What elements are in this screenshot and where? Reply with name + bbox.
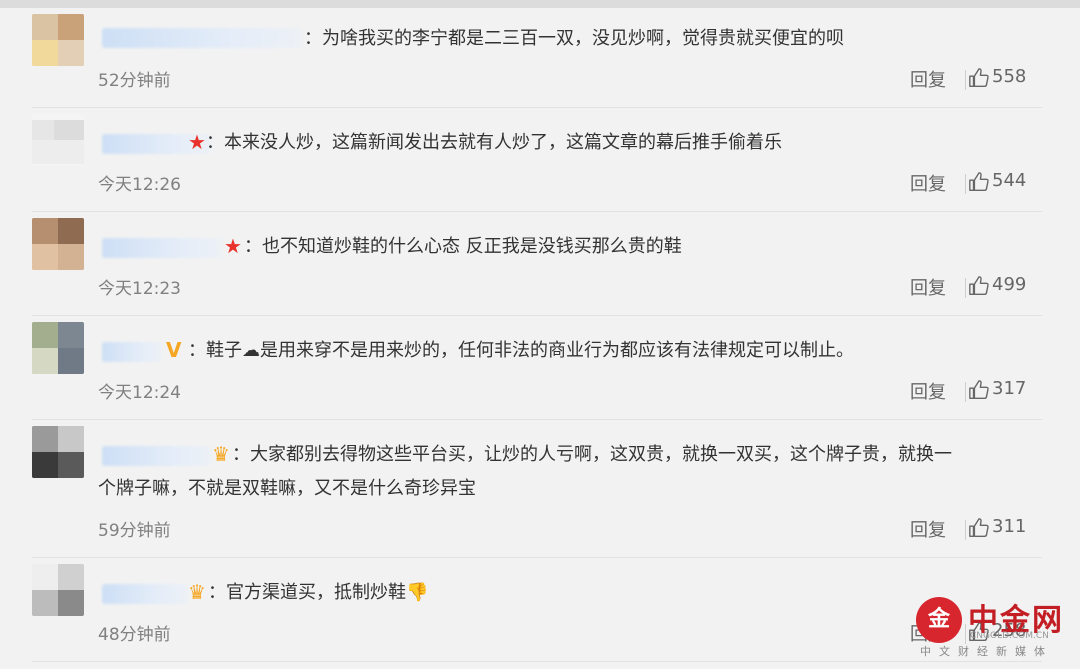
reply-button[interactable]: 回复: [902, 516, 946, 542]
comment-text-line2: 个牌子嘛，不就是双鞋嘛，又不是什么奇珍异宝: [98, 478, 476, 499]
reply-button[interactable]: 回复: [902, 66, 946, 92]
comment-text: ：本来没人炒，这篇新闻发出去就有人炒了，这篇文章的幕后推手偷着乐: [206, 132, 782, 153]
comment-item: ★ ：也不知道炒鞋的什么心态 反正我是没钱买那么贵的鞋 今天12:23 回复 4…: [32, 212, 1042, 316]
reply-button[interactable]: 回复: [902, 274, 946, 300]
avatar[interactable]: [32, 564, 84, 616]
like-count: 558: [992, 66, 1027, 87]
comment-time: 52分钟前: [98, 71, 171, 91]
comment-text: ：大家都别去得物这些平台买，让炒的人亏啊，这双贵，就换一双买，这个牌子贵，就换一: [232, 444, 952, 465]
divider: [965, 70, 966, 90]
comment-item: V ：鞋子☁是用来穿不是用来炒的，任何非法的商业行为都应该有法律规定可以制止。 …: [32, 316, 1042, 420]
comment-actions: 回复 544: [842, 170, 1042, 196]
username[interactable]: [102, 342, 162, 362]
comment-text: ：鞋子☁是用来穿不是用来炒的，任何非法的商业行为都应该有法律规定可以制止。: [188, 340, 854, 361]
logo-url: CNGOLD.COM.CN: [970, 631, 1049, 641]
thumbs-up-icon[interactable]: [968, 171, 990, 193]
like-count: 311: [992, 516, 1027, 537]
top-bar: [0, 0, 1080, 8]
comment-time: 今天12:24: [98, 383, 181, 403]
username[interactable]: [102, 446, 212, 466]
comment-actions: 回复 558: [842, 66, 1042, 92]
reply-button[interactable]: 回复: [902, 170, 946, 196]
thumbs-up-icon[interactable]: [968, 517, 990, 539]
logo-mark: 金: [916, 597, 962, 643]
thumbs-up-icon[interactable]: [968, 275, 990, 297]
avatar[interactable]: [32, 114, 84, 166]
comment-item: ♛ ：官方渠道买，抵制炒鞋👎 48分钟前 回复 258: [32, 558, 1042, 662]
divider: [965, 278, 966, 298]
comment-item: ♛ ：大家都别去得物这些平台买，让炒的人亏啊，这双贵，就换一双买，这个牌子贵，就…: [32, 420, 1042, 558]
badge-icon: ★: [224, 234, 242, 258]
divider: [965, 174, 966, 194]
avatar[interactable]: [32, 218, 84, 270]
badge-icon: ★: [188, 130, 206, 154]
divider: [965, 520, 966, 540]
crown-icon: ♛: [188, 580, 206, 604]
avatar[interactable]: [32, 14, 84, 66]
username[interactable]: [102, 584, 188, 604]
reply-button[interactable]: 回复: [902, 378, 946, 404]
like-count: 544: [992, 170, 1027, 191]
comment-actions: 回复 499: [842, 274, 1042, 300]
like-count: 317: [992, 378, 1027, 399]
logo-subtitle: 中文财经新媒体: [920, 645, 1053, 658]
comment-time: 今天12:26: [98, 175, 181, 195]
comment-time: 今天12:23: [98, 279, 181, 299]
comment-time: 59分钟前: [98, 521, 171, 541]
thumbs-up-icon[interactable]: [968, 67, 990, 89]
comment-item: ：为啥我买的李宁都是二三百一双，没见炒啊，觉得贵就买便宜的呗 52分钟前 回复 …: [32, 8, 1042, 108]
comment-item: ★ ：本来没人炒，这篇新闻发出去就有人炒了，这篇文章的幕后推手偷着乐 今天12:…: [32, 108, 1042, 212]
comment-time: 48分钟前: [98, 625, 171, 645]
comment-text: ：为啥我买的李宁都是二三百一双，没见炒啊，觉得贵就买便宜的呗: [304, 28, 844, 49]
comment-text: ：官方渠道买，抵制炒鞋👎: [208, 582, 429, 603]
avatar[interactable]: [32, 322, 84, 374]
divider: [965, 382, 966, 402]
avatar[interactable]: [32, 426, 84, 478]
comment-actions: 回复 317: [842, 378, 1042, 404]
username[interactable]: [102, 28, 302, 48]
comment-actions: 回复 311: [842, 516, 1042, 542]
verified-v-icon: V: [166, 338, 182, 362]
comment-text: ：也不知道炒鞋的什么心态 反正我是没钱买那么贵的鞋: [244, 236, 682, 257]
thumbs-up-icon[interactable]: [968, 379, 990, 401]
like-count: 499: [992, 274, 1027, 295]
username[interactable]: [102, 238, 222, 258]
watermark-logo: 金 中金网 CNGOLD.COM.CN 中文财经新媒体: [916, 595, 1066, 658]
crown-icon: ♛: [212, 442, 230, 466]
